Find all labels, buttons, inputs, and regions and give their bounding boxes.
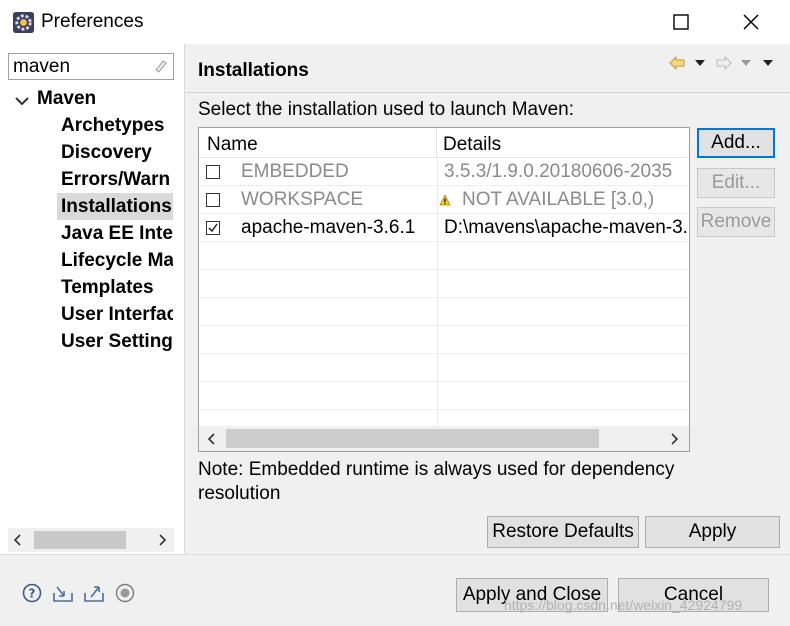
watermark: https://blog.csdn.net/weixin_42924799 xyxy=(504,597,743,613)
tree-item-archetypes[interactable]: Archetypes xyxy=(61,115,173,137)
row-details: 3.5.3/1.9.0.20180606-2035 xyxy=(444,161,673,182)
table-row[interactable]: WORKSPACE NOT AVAILABLE [3.0,) xyxy=(199,186,689,214)
embedded-runtime-note: Note: Embedded runtime is always used fo… xyxy=(198,459,675,504)
record-icon[interactable] xyxy=(115,583,135,603)
close-button[interactable] xyxy=(720,0,782,44)
row-details: D:\mavens\apache-maven-3.6.1 xyxy=(444,217,690,238)
table-row-empty xyxy=(199,298,689,326)
back-menu-chevron-icon[interactable] xyxy=(694,58,706,68)
chevron-down-icon[interactable] xyxy=(14,93,30,109)
table-scroll-thumb[interactable] xyxy=(226,429,599,448)
table-row[interactable]: EMBEDDED 3.5.3/1.9.0.20180606-2035 xyxy=(199,158,689,186)
row-checkbox[interactable] xyxy=(206,221,220,235)
installations-table: Name Details EMBEDDED 3.5.3/1.9.0.201806… xyxy=(198,127,690,452)
forward-menu-chevron-icon[interactable] xyxy=(740,58,752,68)
checkmark-icon xyxy=(208,223,218,233)
row-checkbox[interactable] xyxy=(206,165,220,179)
eclipse-gear-icon xyxy=(12,11,35,34)
tree-horizontal-scrollbar[interactable] xyxy=(8,528,174,552)
page-title: Installations xyxy=(198,60,309,81)
maximize-button[interactable] xyxy=(650,0,712,44)
forward-arrow-icon[interactable] xyxy=(716,55,732,71)
filter-input[interactable]: maven xyxy=(8,53,174,80)
remove-button[interactable]: Remove xyxy=(697,207,775,237)
scroll-right-icon[interactable] xyxy=(668,433,680,445)
tree-item-discovery[interactable]: Discovery xyxy=(61,142,173,164)
edit-button[interactable]: Edit... xyxy=(697,168,775,198)
row-name: EMBEDDED xyxy=(241,161,349,182)
table-row-empty xyxy=(199,354,689,382)
row-details: NOT AVAILABLE [3.0,) xyxy=(462,189,655,210)
maximize-icon xyxy=(673,14,689,30)
table-row-empty xyxy=(199,326,689,354)
tree-item-errors-warnings[interactable]: Errors/Warn xyxy=(61,169,173,191)
add-button[interactable]: Add... xyxy=(697,128,775,158)
row-name: WORKSPACE xyxy=(241,189,364,210)
view-menu-icon[interactable] xyxy=(762,58,774,68)
row-checkbox[interactable] xyxy=(206,193,220,207)
help-icon[interactable]: ? xyxy=(22,583,42,603)
table-row-empty xyxy=(199,242,689,270)
tree-item-maven[interactable]: Maven xyxy=(37,88,96,110)
table-row-empty xyxy=(199,382,689,410)
tree-item-installations[interactable]: Installations xyxy=(61,196,173,218)
header-separator xyxy=(186,92,790,93)
restore-defaults-button[interactable]: Restore Defaults xyxy=(487,516,639,548)
window-title: Preferences xyxy=(41,11,144,32)
clear-filter-icon[interactable] xyxy=(152,58,168,74)
svg-text:?: ? xyxy=(29,587,36,601)
row-name: apache-maven-3.6.1 xyxy=(241,217,416,238)
scroll-left-icon[interactable] xyxy=(206,433,218,445)
close-icon xyxy=(743,14,759,30)
table-row-empty xyxy=(199,270,689,298)
column-header-details[interactable]: Details xyxy=(437,128,689,158)
column-header-name[interactable]: Name xyxy=(199,128,437,158)
tree-item-user-settings[interactable]: User Settings xyxy=(61,331,173,353)
footer-separator xyxy=(0,554,790,555)
back-arrow-icon[interactable] xyxy=(669,55,685,71)
scroll-left-icon[interactable] xyxy=(12,534,24,546)
filter-value: maven xyxy=(13,56,71,77)
export-icon[interactable] xyxy=(83,583,105,603)
tree-item-lifecycle-mappings[interactable]: Lifecycle Map xyxy=(61,250,173,272)
scroll-right-icon[interactable] xyxy=(156,534,168,546)
tree-scroll-thumb[interactable] xyxy=(34,531,126,549)
table-horizontal-scrollbar[interactable] xyxy=(199,426,689,451)
warning-icon xyxy=(439,194,451,206)
installations-prompt: Select the installation used to launch M… xyxy=(198,99,575,120)
table-row[interactable]: apache-maven-3.6.1 D:\mavens\apache-mave… xyxy=(199,214,690,242)
apply-button[interactable]: Apply xyxy=(645,516,780,548)
tree-item-user-interface[interactable]: User Interfac xyxy=(61,304,173,326)
import-icon[interactable] xyxy=(52,583,74,603)
tree-item-templates[interactable]: Templates xyxy=(61,277,173,299)
tree-item-java-ee-integration[interactable]: Java EE Integ xyxy=(61,223,173,245)
